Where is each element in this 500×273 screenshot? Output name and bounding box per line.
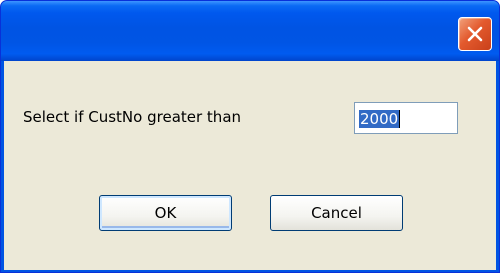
text-caret bbox=[399, 110, 400, 128]
dialog-body: Select if CustNo greater than 2000 OK Ca… bbox=[4, 61, 496, 270]
input-text-selection[interactable]: 2000 bbox=[359, 110, 400, 128]
close-icon bbox=[467, 26, 483, 42]
prompt-label: Select if CustNo greater than bbox=[23, 108, 242, 126]
custno-threshold-input[interactable]: 2000 bbox=[354, 102, 458, 134]
ok-button[interactable]: OK bbox=[99, 195, 232, 231]
dialog-window: Select if CustNo greater than 2000 OK Ca… bbox=[0, 0, 500, 273]
title-bar[interactable] bbox=[1, 1, 499, 61]
cancel-button[interactable]: Cancel bbox=[270, 195, 403, 231]
close-button[interactable] bbox=[458, 17, 492, 51]
